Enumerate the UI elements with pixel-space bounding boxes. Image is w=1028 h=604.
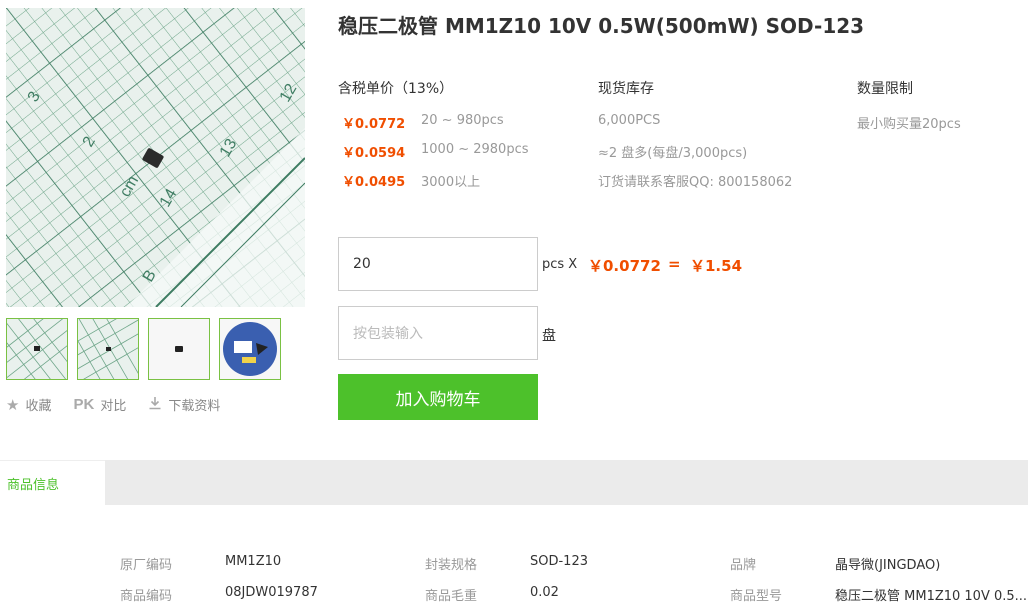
detail-tab-bar: 商品信息 — [0, 460, 1028, 505]
spec-value: 08JDW019787 — [225, 585, 318, 600]
spec-value: 晶导微(JINGDAO) — [835, 558, 941, 573]
total-price: ￥1.54 — [690, 257, 743, 275]
tier-price: ￥0.0772 — [342, 117, 406, 132]
stock-reels: ≈2 盘多(每盘/3,000pcs) — [598, 146, 748, 161]
favorite-label: 收藏 — [25, 399, 52, 414]
stock-contact: 订货请联系客服QQ: 800158062 — [598, 175, 793, 190]
download-button[interactable]: 下载资料 — [148, 395, 220, 414]
tier-range: 3000以上 — [421, 175, 481, 190]
quantity-input[interactable]: 20 — [338, 237, 538, 291]
spec-value: SOD-123 — [530, 554, 588, 569]
spec-value: 稳压二极管 MM1Z10 10V 0.5... — [835, 589, 1028, 604]
thumbnail-2[interactable] — [77, 318, 139, 380]
spec-key: 品牌 — [730, 558, 757, 573]
stock-header: 现货库存 — [598, 81, 654, 97]
main-product-image: 3 2 cm 12 13 14 B — [6, 8, 305, 307]
download-icon — [148, 396, 162, 414]
favorite-button[interactable]: ★ 收藏 — [6, 395, 52, 415]
compare-label: 对比 — [100, 399, 127, 414]
tier-price: ￥0.0495 — [342, 175, 406, 190]
min-purchase: 最小购买量20pcs — [857, 117, 961, 132]
reel-placeholder: 按包装输入 — [353, 326, 423, 342]
add-to-cart-button[interactable]: 加入购物车 — [338, 374, 538, 420]
compare-button[interactable]: PK 对比 — [73, 395, 126, 414]
spec-value: 0.02 — [530, 585, 559, 600]
thumbnail-strip — [6, 318, 281, 380]
spec-key: 封装规格 — [425, 558, 478, 573]
unit-label: pcs X — [542, 257, 578, 272]
unit-price: ￥0.0772 — [588, 257, 661, 275]
spec-key: 商品编码 — [120, 589, 173, 604]
spec-key: 商品毛重 — [425, 589, 478, 604]
limit-header: 数量限制 — [857, 81, 913, 97]
thumbnail-4[interactable] — [219, 318, 281, 380]
thumbnail-1[interactable] — [6, 318, 68, 380]
reel-unit: 盘 — [542, 328, 556, 344]
product-actions: ★ 收藏 PK 对比 下载资料 — [6, 395, 242, 415]
quantity-value: 20 — [353, 256, 371, 272]
spec-key: 原厂编码 — [120, 558, 173, 573]
product-title: 稳压二极管 MM1Z10 10V 0.5W(500mW) SOD-123 — [338, 14, 865, 38]
pk-icon: PK — [73, 396, 95, 413]
tab-product-info[interactable]: 商品信息 — [0, 460, 105, 505]
tier-price: ￥0.0594 — [342, 146, 406, 161]
tier-range: 20 ~ 980pcs — [421, 113, 504, 128]
thumbnail-3[interactable] — [148, 318, 210, 380]
download-label: 下载资料 — [168, 399, 221, 414]
spec-key: 商品型号 — [730, 589, 783, 604]
stock-quantity: 6,000PCS — [598, 113, 661, 128]
spec-value: MM1Z10 — [225, 554, 282, 569]
tier-range: 1000 ~ 2980pcs — [421, 142, 529, 157]
reel-input[interactable]: 按包装输入 — [338, 306, 538, 360]
price-header: 含税单价（13%） — [338, 81, 454, 97]
equals-sign: = — [668, 255, 681, 273]
star-icon: ★ — [6, 395, 20, 414]
